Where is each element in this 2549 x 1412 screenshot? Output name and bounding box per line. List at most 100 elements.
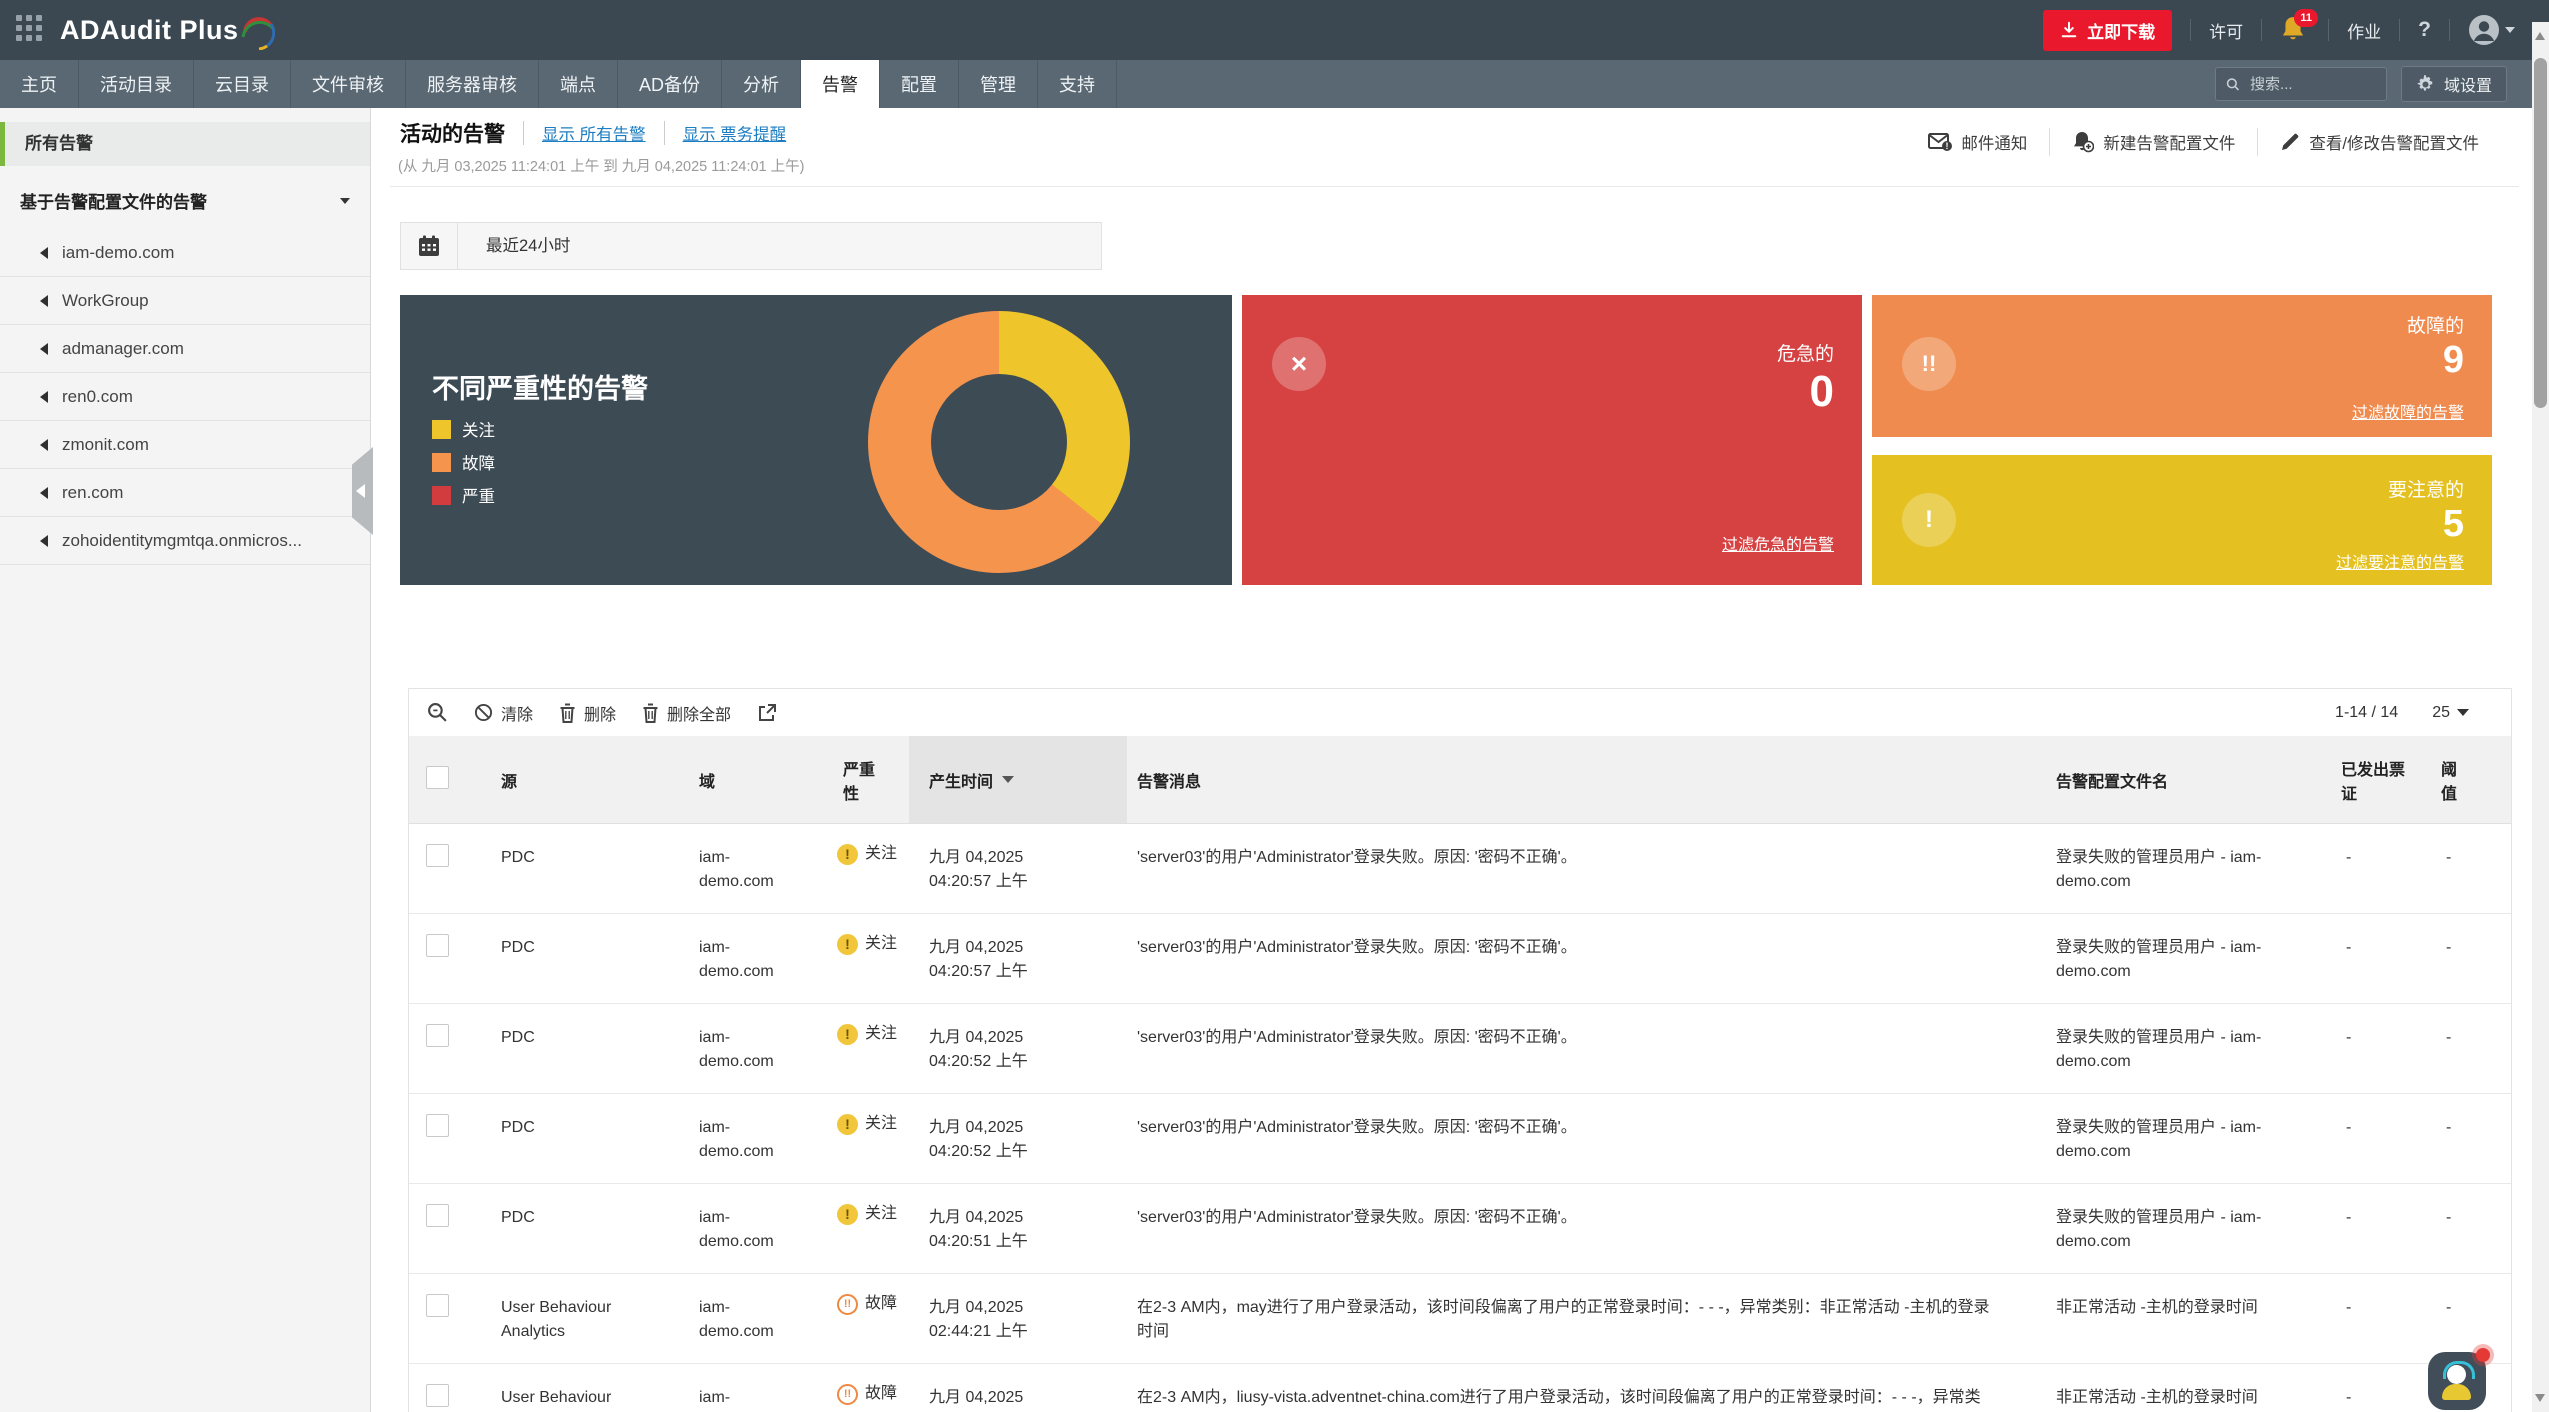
scroll-down-arrow-icon[interactable] bbox=[2535, 1394, 2545, 1402]
sidebar-profile-alerts-header[interactable]: 基于告警配置文件的告警 bbox=[0, 166, 370, 223]
cell-message: 'server03'的用户'Administrator'登录失败。原因: '密码… bbox=[1127, 914, 2039, 960]
page-title: 活动的告警 bbox=[400, 118, 505, 148]
app-logo-text: ADAudit Plus bbox=[60, 8, 239, 52]
cell-time: 九月 04,2025 02:00:00 上午 bbox=[909, 1364, 1127, 1412]
row-checkbox[interactable] bbox=[426, 1294, 449, 1317]
clear-button[interactable]: 清除 bbox=[474, 701, 533, 725]
edit-alert-profile-button[interactable]: 查看/修改告警配置文件 bbox=[2280, 130, 2479, 154]
sidebar-domain-item[interactable]: WorkGroup bbox=[0, 277, 370, 325]
delete-all-button[interactable]: 删除全部 bbox=[642, 701, 731, 725]
col-header-source[interactable]: 源 bbox=[481, 768, 681, 792]
nav-right-tools: 域设置 bbox=[2215, 60, 2549, 108]
collapse-arrow-icon bbox=[40, 487, 48, 499]
help-button[interactable]: ? bbox=[2418, 18, 2431, 42]
export-button[interactable] bbox=[757, 703, 777, 723]
col-header-domain[interactable]: 域 bbox=[681, 768, 831, 792]
col-header-message[interactable]: 告警消息 bbox=[1127, 768, 2039, 792]
severity-icon: ! bbox=[837, 844, 858, 865]
mail-notification-button[interactable]: ! 邮件通知 bbox=[1928, 130, 2027, 154]
nav-tab[interactable]: 文件审核 bbox=[291, 60, 406, 108]
sidebar-domain-item[interactable]: admanager.com bbox=[0, 325, 370, 373]
sidebar-domain-item[interactable]: zohoidentitymgmtqa.onmicros... bbox=[0, 517, 370, 565]
calendar-icon-box bbox=[401, 223, 458, 269]
search-input[interactable] bbox=[2248, 75, 2376, 94]
nav-tab[interactable]: 分析 bbox=[722, 60, 801, 108]
divider bbox=[390, 186, 2519, 187]
col-header-ticket[interactable]: 已发出票证 bbox=[2321, 756, 2419, 804]
nav-tab[interactable]: 端点 bbox=[539, 60, 618, 108]
cell-source: PDC bbox=[481, 1184, 681, 1230]
select-all-checkbox[interactable] bbox=[426, 766, 449, 789]
top-bar: ADAudit Plus 立即下载 许可 11 作业 ? bbox=[0, 0, 2549, 60]
severity-icon: !! bbox=[837, 1384, 858, 1405]
sidebar-item-all-alerts[interactable]: 所有告警 bbox=[0, 122, 370, 166]
sidebar-domain-label: ren0.com bbox=[62, 387, 133, 406]
user-menu[interactable] bbox=[2468, 14, 2515, 46]
support-chat-button[interactable] bbox=[2428, 1352, 2486, 1410]
col-header-time-sorted[interactable]: 产生时间 bbox=[909, 736, 1127, 823]
notification-dot bbox=[2476, 1348, 2490, 1362]
nav-tab[interactable]: 服务器审核 bbox=[406, 60, 539, 108]
row-checkbox[interactable] bbox=[426, 1204, 449, 1227]
row-checkbox[interactable] bbox=[426, 1384, 449, 1407]
nav-tab-label: 服务器审核 bbox=[427, 71, 517, 97]
nav-tab-label: 管理 bbox=[980, 71, 1016, 97]
scrollbar-thumb[interactable] bbox=[2534, 58, 2547, 408]
scroll-up-arrow-icon[interactable] bbox=[2535, 32, 2545, 40]
col-header-threshold[interactable]: 阈值 bbox=[2419, 756, 2511, 804]
cell-time: 九月 04,2025 04:20:57 上午 bbox=[909, 824, 1127, 894]
logo-swoosh-icon bbox=[241, 10, 275, 50]
notifications-bell[interactable]: 11 bbox=[2280, 15, 2310, 45]
notification-badge: 11 bbox=[2294, 9, 2318, 27]
app-logo: ADAudit Plus bbox=[60, 8, 275, 52]
row-checkbox[interactable] bbox=[426, 934, 449, 957]
sidebar-domain-item[interactable]: iam-demo.com bbox=[0, 229, 370, 277]
sidebar-domain-item[interactable]: zmonit.com bbox=[0, 421, 370, 469]
apps-grid-icon[interactable] bbox=[16, 15, 46, 45]
download-now-button[interactable]: 立即下载 bbox=[2043, 10, 2172, 51]
nav-tab[interactable]: 配置 bbox=[880, 60, 959, 108]
divider bbox=[2049, 128, 2050, 156]
page-size-select[interactable]: 25 bbox=[2432, 704, 2469, 722]
cell-message: 'server03'的用户'Administrator'登录失败。原因: '密码… bbox=[1127, 1004, 2039, 1050]
page-actions: ! 邮件通知 新建告警配置文件 查看/修改告警配置文件 bbox=[1928, 128, 2479, 156]
nav-tab[interactable]: 活动目录 bbox=[79, 60, 194, 108]
sidebar-domain-item[interactable]: ren0.com bbox=[0, 373, 370, 421]
row-checkbox[interactable] bbox=[426, 1114, 449, 1137]
col-header-severity[interactable]: 严重性 bbox=[831, 756, 909, 804]
sidebar-domain-item[interactable]: ren.com bbox=[0, 469, 370, 517]
table-search-button[interactable] bbox=[427, 702, 448, 723]
severity-label: 故障 bbox=[865, 1382, 897, 1406]
show-ticket-alerts-link[interactable]: 显示 票务提醒 bbox=[683, 121, 787, 145]
nav-tab-label: 活动目录 bbox=[100, 71, 172, 97]
cell-ticket: - bbox=[2321, 824, 2419, 870]
page-scrollbar[interactable] bbox=[2532, 22, 2549, 1412]
row-checkbox[interactable] bbox=[426, 844, 449, 867]
nav-tab[interactable]: 告警 bbox=[801, 60, 880, 108]
sidebar-domain-label: admanager.com bbox=[62, 339, 184, 358]
trouble-label: 故障的 bbox=[2407, 311, 2464, 338]
delete-button[interactable]: 删除 bbox=[559, 701, 616, 725]
severity-icon: ! bbox=[837, 1024, 858, 1045]
cell-time: 九月 04,2025 04:20:51 上午 bbox=[909, 1184, 1127, 1254]
nav-tab[interactable]: 管理 bbox=[959, 60, 1038, 108]
nav-tab[interactable]: 支持 bbox=[1038, 60, 1117, 108]
new-alert-profile-button[interactable]: 新建告警配置文件 bbox=[2072, 130, 2235, 154]
page-head: 活动的告警 显示 所有告警 显示 票务提醒 bbox=[400, 118, 786, 148]
filter-attention-link[interactable]: 过滤要注意的告警 bbox=[2336, 549, 2464, 573]
show-all-alerts-link[interactable]: 显示 所有告警 bbox=[542, 121, 646, 145]
nav-tab[interactable]: AD备份 bbox=[618, 60, 722, 108]
domain-settings-button[interactable]: 域设置 bbox=[2401, 66, 2507, 102]
nav-tab[interactable]: 云目录 bbox=[194, 60, 291, 108]
col-header-profile[interactable]: 告警配置文件名 bbox=[2039, 768, 2321, 792]
table-body: PDC iam-demo.com ! 关注 九月 04,2025 04:20:5… bbox=[409, 824, 2511, 1412]
filter-critical-link[interactable]: 过滤危急的告警 bbox=[1722, 531, 1834, 555]
cell-profile: 登录失败的管理员用户 - iam-demo.com bbox=[2039, 1094, 2321, 1164]
nav-tab[interactable]: 主页 bbox=[0, 60, 79, 108]
license-link[interactable]: 许可 bbox=[2209, 18, 2243, 43]
jobs-link[interactable]: 作业 bbox=[2347, 18, 2381, 43]
time-range-filter[interactable]: 最近24小时 bbox=[400, 222, 1102, 270]
severity-icon: ! bbox=[837, 934, 858, 955]
row-checkbox[interactable] bbox=[426, 1024, 449, 1047]
filter-trouble-link[interactable]: 过滤故障的告警 bbox=[2352, 399, 2464, 423]
